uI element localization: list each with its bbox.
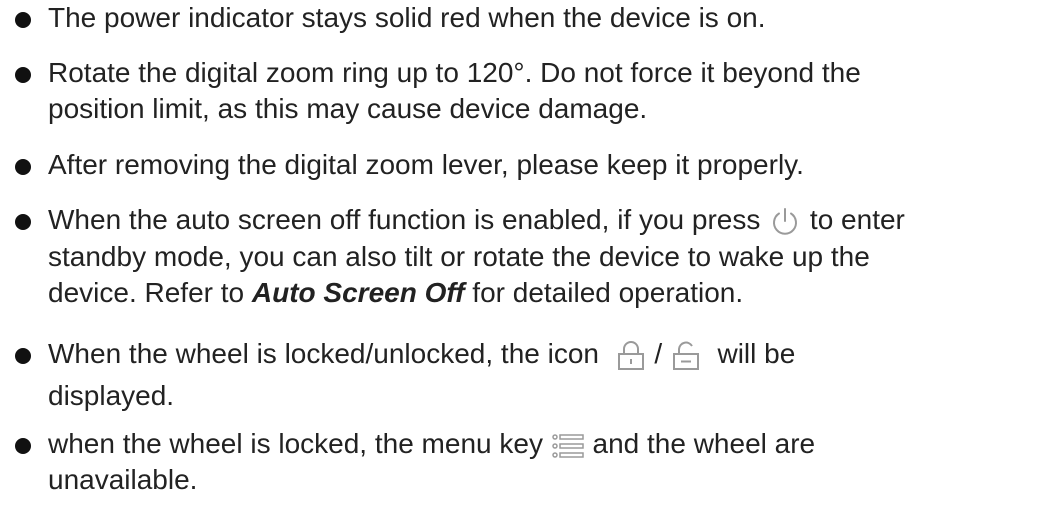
note-text-line-1-before: When the wheel is locked/unlocked, the i… (48, 338, 599, 369)
note-text-line-2: standby mode, you can also tilt or rotat… (48, 240, 870, 272)
auto-screen-off-reference: Auto Screen Off (251, 276, 465, 308)
bullet (15, 67, 31, 83)
note-text-line-2: displayed. (48, 380, 175, 411)
power-icon (768, 205, 802, 239)
lock-icon (615, 340, 647, 372)
note-auto-screen-off: When the auto screen off function is ena… (14, 202, 905, 311)
bullet (15, 348, 31, 364)
note-text: After removing the digital zoom lever, p… (48, 149, 804, 180)
note-zoom-lever: After removing the digital zoom lever, p… (14, 147, 804, 183)
note-text-line-1: Rotate the digital zoom ring up to 120°.… (48, 57, 861, 88)
bullet (15, 12, 31, 28)
note-power-indicator: The power indicator stays solid red when… (14, 0, 766, 36)
note-text-line-3-after: for detailed operation. (472, 276, 744, 308)
note-text-line-3-before: device. Refer to (48, 276, 245, 308)
note-text-line-2: unavailable. (48, 464, 198, 495)
menu-icon (551, 431, 585, 461)
note-text-line-1-before: when the wheel is locked, the menu key (48, 428, 543, 459)
note-text-line-1-after: to enter (809, 204, 905, 235)
bullet (15, 159, 31, 175)
note-text-line-1-after: will be (717, 338, 796, 369)
note-wheel-locked-menu: when the wheel is locked, the menu key a… (14, 426, 815, 498)
bullet (15, 214, 31, 230)
note-text-line-1-before: When the auto screen off function is ena… (48, 204, 761, 235)
note-zoom-ring: Rotate the digital zoom ring up to 120°.… (14, 55, 861, 127)
note-text: The power indicator stays solid red when… (48, 2, 766, 33)
note-text-line-2: position limit, as this may cause device… (48, 93, 648, 124)
note-wheel-lock-icon: When the wheel is locked/unlocked, the i… (14, 333, 795, 417)
icon-separator: / (654, 338, 663, 369)
note-text-line-1-after: and the wheel are (592, 428, 816, 459)
bullet (15, 438, 31, 454)
unlock-icon (670, 340, 702, 372)
